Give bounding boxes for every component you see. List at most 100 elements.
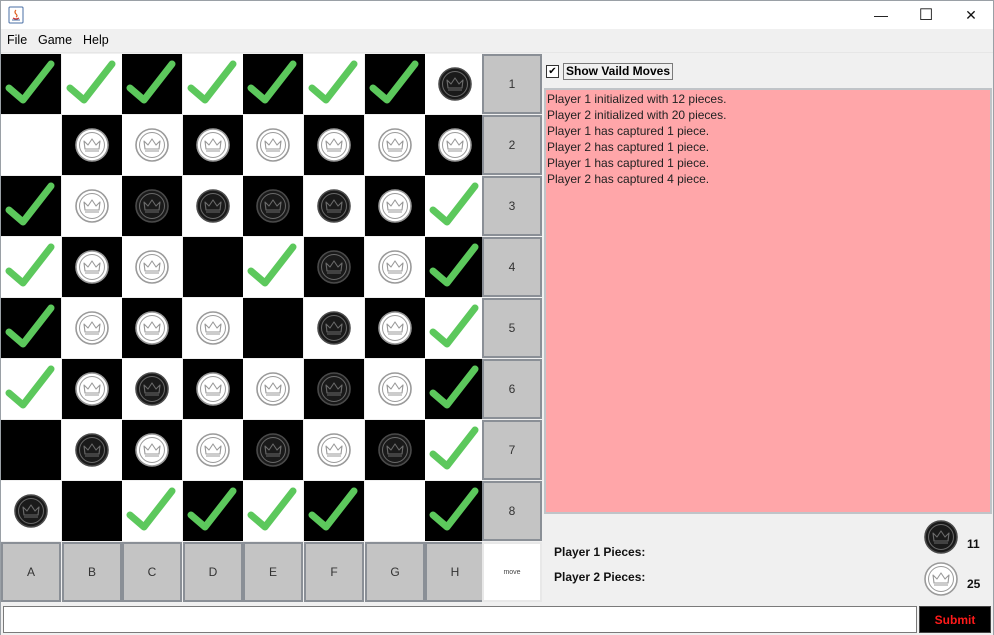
board-square-C6[interactable] — [122, 359, 182, 419]
valid-move-check-icon[interactable] — [425, 481, 485, 541]
black-king-piece[interactable] — [365, 420, 425, 480]
valid-move-check-icon[interactable] — [425, 176, 485, 236]
board-square-G6[interactable] — [365, 359, 425, 419]
white-king-piece[interactable] — [304, 115, 364, 175]
valid-move-check-icon[interactable] — [183, 54, 243, 114]
white-king-piece[interactable] — [243, 359, 303, 419]
board-square-G5[interactable] — [365, 298, 425, 358]
valid-move-check-icon[interactable] — [365, 54, 425, 114]
move-input[interactable] — [3, 606, 917, 633]
white-king-piece[interactable] — [122, 420, 182, 480]
black-king-piece[interactable] — [122, 176, 182, 236]
white-king-piece[interactable] — [183, 420, 243, 480]
board-square-C3[interactable] — [122, 176, 182, 236]
board-square-E1[interactable] — [243, 54, 303, 114]
valid-move-check-icon[interactable] — [425, 359, 485, 419]
board-square-C7[interactable] — [122, 420, 182, 480]
board-square-F6[interactable] — [304, 359, 364, 419]
valid-move-check-icon[interactable] — [243, 54, 303, 114]
valid-move-check-icon[interactable] — [425, 237, 485, 297]
white-king-piece[interactable] — [62, 176, 122, 236]
board-square-G2[interactable] — [365, 115, 425, 175]
valid-move-check-icon[interactable] — [183, 481, 243, 541]
board-square-B4[interactable] — [62, 237, 122, 297]
valid-move-check-icon[interactable] — [425, 420, 485, 480]
black-king-piece[interactable] — [304, 298, 364, 358]
white-king-piece[interactable] — [365, 359, 425, 419]
board-square-F5[interactable] — [304, 298, 364, 358]
board-square-A1[interactable] — [1, 54, 61, 114]
white-king-piece[interactable] — [365, 176, 425, 236]
board-square-C5[interactable] — [122, 298, 182, 358]
black-king-piece[interactable] — [243, 176, 303, 236]
board-square-G1[interactable] — [365, 54, 425, 114]
white-king-piece[interactable] — [122, 298, 182, 358]
board-square-D8[interactable] — [183, 481, 243, 541]
board-square-C2[interactable] — [122, 115, 182, 175]
menu-help[interactable]: Help — [83, 33, 109, 47]
board-square-E2[interactable] — [243, 115, 303, 175]
black-king-piece[interactable] — [304, 237, 364, 297]
close-button[interactable]: ✕ — [948, 1, 994, 29]
board-square-A7[interactable] — [1, 420, 61, 480]
board-square-D3[interactable] — [183, 176, 243, 236]
valid-move-check-icon[interactable] — [425, 298, 485, 358]
board-square-E7[interactable] — [243, 420, 303, 480]
black-king-piece[interactable] — [1, 481, 61, 541]
board-square-H6[interactable] — [425, 359, 485, 419]
white-king-piece[interactable] — [62, 359, 122, 419]
show-valid-moves-checkbox[interactable]: ✔ — [546, 64, 559, 78]
valid-move-check-icon[interactable] — [1, 176, 61, 236]
white-king-piece[interactable] — [62, 298, 122, 358]
black-king-piece[interactable] — [425, 54, 485, 114]
valid-move-check-icon[interactable] — [1, 54, 61, 114]
show-valid-moves-label[interactable]: Show Vaild Moves — [563, 62, 674, 80]
white-king-piece[interactable] — [425, 115, 485, 175]
black-king-piece[interactable] — [183, 176, 243, 236]
board-square-B2[interactable] — [62, 115, 122, 175]
valid-move-check-icon[interactable] — [1, 237, 61, 297]
white-king-piece[interactable] — [62, 237, 122, 297]
board-square-D5[interactable] — [183, 298, 243, 358]
white-king-piece[interactable] — [243, 115, 303, 175]
maximize-button[interactable]: ☐ — [903, 1, 949, 29]
board-square-F1[interactable] — [304, 54, 364, 114]
board-square-H4[interactable] — [425, 237, 485, 297]
white-king-piece[interactable] — [304, 420, 364, 480]
board-square-B1[interactable] — [62, 54, 122, 114]
board-square-H8[interactable] — [425, 481, 485, 541]
black-king-piece[interactable] — [122, 359, 182, 419]
board-square-G8[interactable] — [365, 481, 425, 541]
board-square-H3[interactable] — [425, 176, 485, 236]
board-square-A3[interactable] — [1, 176, 61, 236]
board-square-A6[interactable] — [1, 359, 61, 419]
board-square-D1[interactable] — [183, 54, 243, 114]
title-bar[interactable]: — ☐ ✕ — [1, 1, 993, 29]
white-king-piece[interactable] — [122, 115, 182, 175]
board-square-B8[interactable] — [62, 481, 122, 541]
board-square-G7[interactable] — [365, 420, 425, 480]
board-square-E3[interactable] — [243, 176, 303, 236]
board-square-B6[interactable] — [62, 359, 122, 419]
white-king-piece[interactable] — [183, 298, 243, 358]
menu-file[interactable]: File — [7, 33, 27, 47]
valid-move-check-icon[interactable] — [243, 481, 303, 541]
board-square-F3[interactable] — [304, 176, 364, 236]
white-king-piece[interactable] — [122, 237, 182, 297]
board-square-C4[interactable] — [122, 237, 182, 297]
valid-move-check-icon[interactable] — [122, 481, 182, 541]
board-square-A4[interactable] — [1, 237, 61, 297]
valid-move-check-icon[interactable] — [122, 54, 182, 114]
white-king-piece[interactable] — [183, 115, 243, 175]
board-square-H1[interactable] — [425, 54, 485, 114]
black-king-piece[interactable] — [62, 420, 122, 480]
white-king-piece[interactable] — [365, 115, 425, 175]
black-king-piece[interactable] — [304, 359, 364, 419]
white-king-piece[interactable] — [183, 359, 243, 419]
show-valid-moves-toggle[interactable]: ✔ Show Vaild Moves — [546, 61, 674, 81]
white-king-piece[interactable] — [62, 115, 122, 175]
submit-button[interactable]: Submit — [919, 606, 991, 633]
black-king-piece[interactable] — [243, 420, 303, 480]
valid-move-check-icon[interactable] — [304, 54, 364, 114]
black-king-piece[interactable] — [304, 176, 364, 236]
